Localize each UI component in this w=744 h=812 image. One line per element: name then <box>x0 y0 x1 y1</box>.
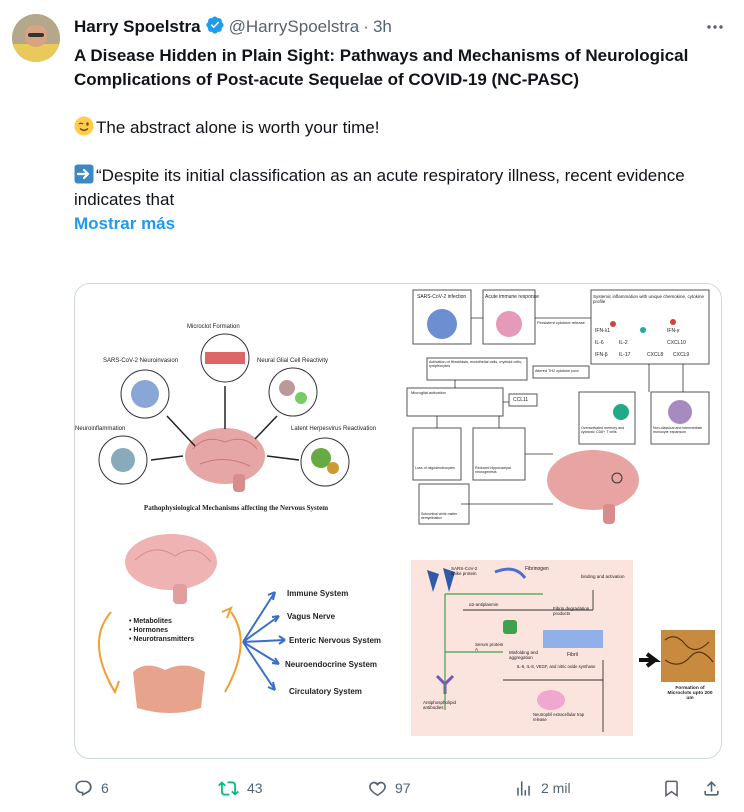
p4-label-5: Serum protein A <box>475 642 504 652</box>
p1-caption: Pathophysiological Mechanisms affecting … <box>143 504 329 512</box>
repost-button[interactable]: 43 <box>218 774 263 802</box>
p4-label-10: Neutrophil extracellular trap release <box>533 712 585 722</box>
p3-system-3: Neuroendocrine System <box>285 660 378 669</box>
p4-label-2: binding and activation <box>581 574 625 579</box>
p4-label-6: Misfolding and aggregation <box>509 650 539 660</box>
action-bar: 6 43 97 2 mil <box>74 774 724 802</box>
tweet-text: A Disease Hidden in Plain Sight: Pathway… <box>74 44 714 236</box>
p1-label-2: Neural Glial Cell Reactivity <box>257 358 329 364</box>
p4-label-0: SARS-CoV-2 spike protein <box>451 566 478 576</box>
p2-label-0: SARS-CoV-2 infection <box>417 294 467 300</box>
post-title: A Disease Hidden in Plain Sight: Pathway… <box>74 46 689 89</box>
separator: · <box>363 17 369 36</box>
p2-label-9: IFN-β <box>595 352 608 358</box>
media-image[interactable]: Microclot Formation SARS-CoV-2 Neuroinva… <box>74 283 722 759</box>
p4-label-8: IL-6, IL-8, VEGF, and nitric oxide synth… <box>517 664 596 669</box>
show-more-link[interactable]: Mostrar más <box>74 212 714 236</box>
p2-label-13: Activation of fibroblasts, endothelial c… <box>429 360 523 368</box>
share-icon <box>704 780 719 796</box>
p2-label-15: Microglial activation <box>411 390 446 395</box>
p2-label-6: IL-6 <box>595 340 604 346</box>
avatar[interactable] <box>12 14 60 62</box>
p4-label-4: Fibrin degradation products <box>553 606 590 616</box>
p2-label-12: CXCL9 <box>673 352 690 358</box>
like-button[interactable]: 97 <box>368 774 411 802</box>
p1-label-0: Microclot Formation <box>187 324 240 330</box>
p3-bullet-2: • Neurotransmitters <box>129 636 195 643</box>
p4-label-3: α2-antiplasmin <box>469 602 499 607</box>
author-handle[interactable]: @HarrySpoelstra <box>229 17 360 37</box>
author-name[interactable]: Harry Spoelstra <box>74 17 201 37</box>
p2-label-1: Acute immune response <box>485 294 539 300</box>
p2-label-20: Reduced hippocampal neurogenesis <box>475 466 511 474</box>
media-panel-pathway: SARS-CoV-2 infection Acute immune respon… <box>403 284 721 529</box>
p4-label-1: Fibrinogen <box>525 566 549 572</box>
p2-label-5: IFN-γ <box>667 328 680 334</box>
p4-label-9: Antiphospholipid antibodies <box>423 700 457 710</box>
share-button[interactable] <box>702 774 729 802</box>
tweet: Harry Spoelstra @HarrySpoelstra · 3h A D… <box>0 0 744 812</box>
p3-bullet-list: • Metabolites • Hormones • Neurotransmit… <box>129 618 194 643</box>
p3-system-0: Immune System <box>287 589 349 598</box>
media-panel-mechanisms: Microclot Formation SARS-CoV-2 Neuroinva… <box>75 284 399 529</box>
post-line-2: “Despite its initial classification as a… <box>74 164 714 212</box>
reply-icon <box>75 780 92 796</box>
p2-label-2: Persistent cytokine release <box>537 320 585 325</box>
reply-count: 6 <box>101 780 109 796</box>
timestamp[interactable]: 3h <box>373 17 392 37</box>
post-line-1: The abstract alone is worth your time! <box>74 116 714 140</box>
like-count: 97 <box>395 780 411 796</box>
p1-label-4: Latent Herpesvirus Reactivation <box>291 426 377 432</box>
p2-label-14: Altered TH2 cytokine pool <box>535 369 579 373</box>
p2-label-8: CXCL10 <box>667 340 686 346</box>
p3-bullet-0: • Metabolites <box>129 618 172 625</box>
p2-label-17: Overactivated memory and cytotoxic CD8+ … <box>581 426 625 434</box>
views-button[interactable]: 2 mil <box>514 774 571 802</box>
bookmark-icon <box>665 780 678 797</box>
p2-label-11: CXCL8 <box>647 352 664 358</box>
reply-button[interactable]: 6 <box>74 774 109 802</box>
p2-label-16: CCL11 <box>513 397 529 403</box>
media-panel-gut-brain: • Metabolites • Hormones • Neurotransmit… <box>75 532 399 758</box>
p2-label-19: Loss of oligodendrocytes <box>415 466 455 470</box>
repost-count: 43 <box>247 780 263 796</box>
p4-label-11: Formation of Microclots upto 200 um <box>667 686 713 701</box>
p3-system-1: Vagus Nerve <box>287 612 336 621</box>
p3-bullet-1: • Hormones <box>129 627 169 634</box>
post-line-1-text: The abstract alone is worth your time! <box>96 118 380 137</box>
p2-label-18: Non-classical and intermediate monocyte … <box>653 426 703 434</box>
view-count: 2 mil <box>541 780 571 796</box>
arrow-right-emoji <box>74 164 94 184</box>
post-line-2-text: “Despite its initial classification as a… <box>74 166 685 209</box>
p2-label-4: IFN-λ1 <box>595 328 610 334</box>
bookmark-button[interactable] <box>662 774 689 802</box>
p2-label-10: IL-17 <box>619 352 631 358</box>
p1-label-1: SARS-CoV-2 Neuroinvasion <box>103 358 179 364</box>
p2-label-21: Subcortical white matter demyelination <box>421 512 458 520</box>
repost-icon <box>218 780 239 796</box>
p3-system-4: Circulatory System <box>289 687 362 696</box>
wink-emoji <box>74 116 94 136</box>
p1-label-3: Neuroinflammation <box>75 426 126 432</box>
more-icon[interactable] <box>702 16 728 38</box>
p4-label-7: Fibril <box>567 652 578 658</box>
verified-badge-icon <box>205 15 225 40</box>
p2-label-3: Systemic inflammation with unique chemok… <box>593 294 705 304</box>
p2-label-7: IL-2 <box>619 340 628 346</box>
p3-system-2: Enteric Nervous System <box>289 636 382 645</box>
media-panel-microclots: SARS-CoV-2 spike protein Fibrinogen bind… <box>403 560 721 758</box>
tweet-header: Harry Spoelstra @HarrySpoelstra · 3h <box>74 15 728 40</box>
like-icon <box>369 781 386 796</box>
views-icon <box>517 780 530 796</box>
